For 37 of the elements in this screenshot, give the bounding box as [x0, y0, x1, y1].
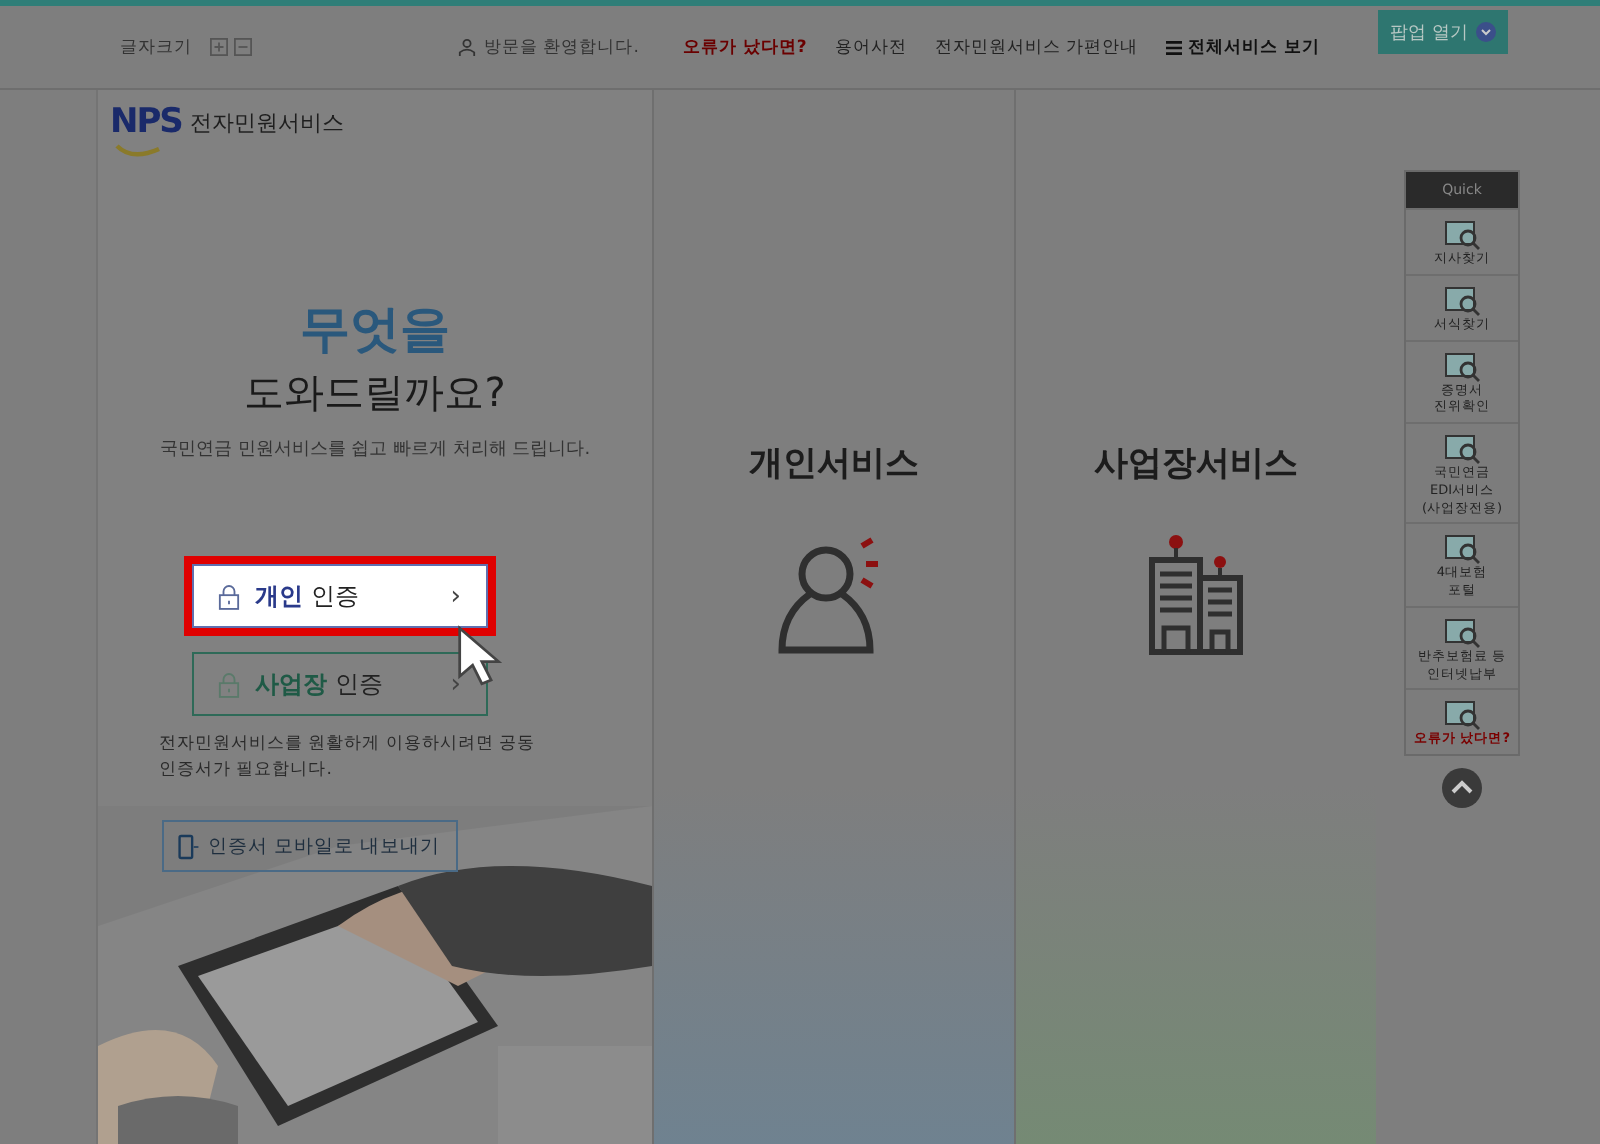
- logo-text: 전자민원서비스: [189, 108, 344, 138]
- monitor-search-icon: [1442, 615, 1482, 648]
- auth-button[interactable]: 개인 인증 ›: [191, 564, 487, 628]
- phone-icon: [177, 833, 200, 860]
- heading: 무엇을: [300, 298, 450, 362]
- chevron-down-icon: [1476, 22, 1496, 42]
- font-size-label: 글자크기: [120, 35, 192, 59]
- user-icon: [458, 38, 477, 56]
- lock-icon: [217, 583, 239, 609]
- monitor-search-icon: [1442, 218, 1482, 250]
- top-link[interactable]: 용어사전: [834, 35, 907, 59]
- lock-icon: [217, 671, 239, 697]
- scroll-up-icon[interactable]: [1442, 768, 1482, 809]
- zoom-out-icon[interactable]: [234, 38, 252, 56]
- monitor-search-icon: [1442, 532, 1482, 565]
- popup-button[interactable]: 팝업 열기: [1378, 10, 1508, 54]
- subheading: 도와드릴까요?: [244, 366, 506, 420]
- zoom-in-icon[interactable]: [210, 38, 228, 56]
- cursor-icon: [455, 624, 503, 688]
- note-text: 전자민원서비스를 원활하게 이용하시려면 공동인증서가 필요합니다.: [159, 732, 538, 785]
- top-link[interactable]: 전자민원서비스 가편안내: [934, 35, 1139, 59]
- auth-button[interactable]: 사업장 인증 ›: [191, 652, 487, 716]
- welcome-text: 방문을 환영합니다.: [484, 35, 639, 59]
- monitor-search-icon: [1442, 432, 1482, 465]
- menu-icon: [1166, 39, 1183, 55]
- monitor-search-icon: [1442, 698, 1482, 731]
- service-panel[interactable]: 사업장서비스: [1014, 90, 1376, 1144]
- monitor-search-icon: [1442, 349, 1482, 382]
- logo-mark: NPS: [110, 106, 182, 140]
- service-panel[interactable]: 개인서비스: [652, 90, 1014, 1144]
- top-link[interactable]: 오류가 났다면?: [682, 35, 807, 59]
- all-services-link[interactable]: 전체서비스 보기: [1166, 35, 1320, 59]
- service-title: 개인서비스: [749, 442, 919, 486]
- service-title: 사업장서비스: [1094, 442, 1298, 486]
- monitor-search-icon: [1442, 283, 1482, 316]
- export-button[interactable]: 인증서 모바일로 내보내기: [161, 820, 457, 873]
- description: 국민연금 민원서비스를 쉽고 빠르게 처리해 드립니다.: [159, 438, 591, 462]
